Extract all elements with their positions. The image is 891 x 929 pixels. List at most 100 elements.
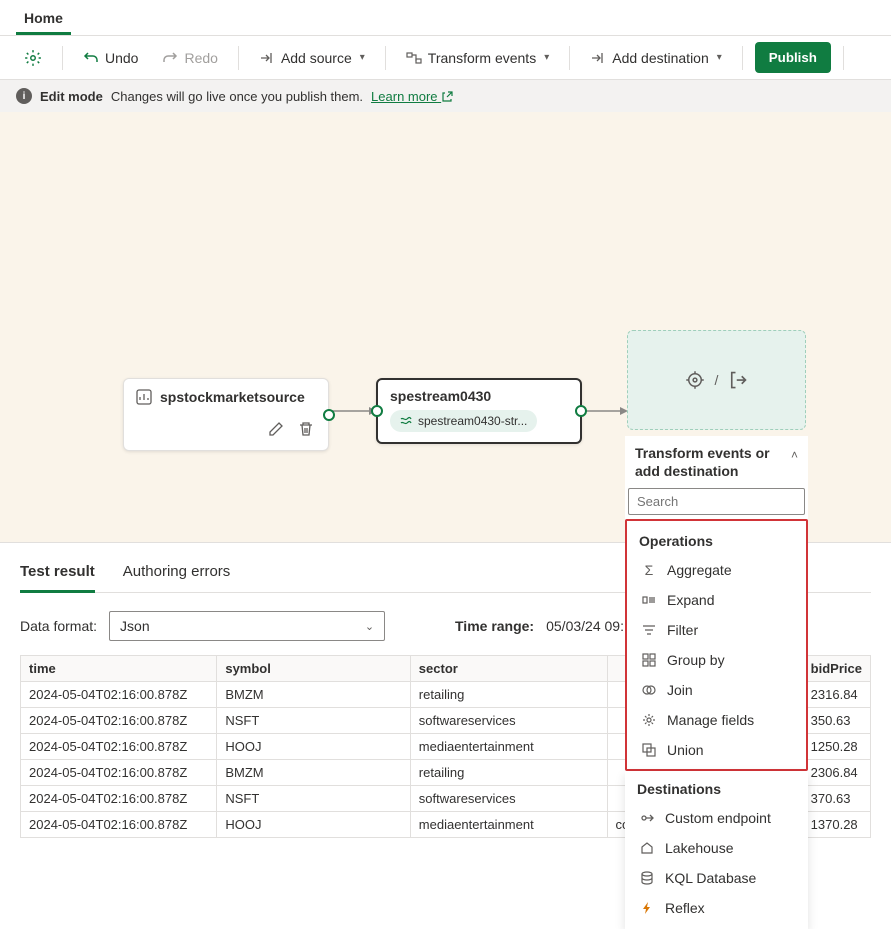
port-in[interactable] xyxy=(371,405,383,417)
port-out[interactable] xyxy=(323,409,335,421)
op-union[interactable]: Union xyxy=(627,735,806,765)
managefields-icon xyxy=(641,712,657,728)
cell-time: 2024-05-04T02:16:00.878Z xyxy=(21,708,217,734)
chevron-down-icon: ▾ xyxy=(717,52,722,63)
publish-button[interactable]: Publish xyxy=(755,42,831,73)
pencil-icon xyxy=(268,421,284,437)
node-destination-placeholder[interactable]: / xyxy=(627,330,806,430)
add-destination-icon xyxy=(590,50,606,66)
undo-label: Undo xyxy=(105,50,138,66)
stream-icon xyxy=(400,415,412,427)
add-source-button[interactable]: Add source ▾ xyxy=(251,44,373,72)
node-source-header: spstockmarketsource xyxy=(136,389,316,405)
learn-more-link[interactable]: Learn more xyxy=(371,89,453,104)
groupby-icon xyxy=(641,652,657,668)
node-stream[interactable]: spestream0430 spestream0430-str... xyxy=(376,378,582,444)
cell-time: 2024-05-04T02:16:00.878Z xyxy=(21,786,217,812)
separator xyxy=(385,46,386,70)
undo-button[interactable]: Undo xyxy=(75,44,146,72)
external-link-icon xyxy=(441,91,453,103)
destinations-section: Destinations Custom endpoint Lakehouse K… xyxy=(625,771,808,929)
cell-symbol: NSFT xyxy=(217,786,410,812)
join-icon xyxy=(641,682,657,698)
add-destination-button[interactable]: Add destination ▾ xyxy=(582,44,730,72)
flow-canvas[interactable]: spstockmarketsource spestream0430 spestr… xyxy=(0,112,891,542)
cell-time: 2024-05-04T02:16:00.878Z xyxy=(21,682,217,708)
op-filter[interactable]: Filter xyxy=(627,615,806,645)
operations-heading: Operations xyxy=(627,527,806,555)
cell-bidPrice: 350.63 xyxy=(802,708,870,734)
tab-test-result[interactable]: Test result xyxy=(20,555,95,593)
op-join-label: Join xyxy=(667,682,693,698)
op-expand[interactable]: Expand xyxy=(627,585,806,615)
transform-events-button[interactable]: Transform events ▾ xyxy=(398,44,557,72)
data-format-label: Data format: xyxy=(20,618,97,634)
tab-home[interactable]: Home xyxy=(16,4,71,35)
op-aggregate[interactable]: Σ Aggregate xyxy=(627,555,806,585)
edit-node-button[interactable] xyxy=(266,419,286,439)
filter-icon xyxy=(641,622,657,638)
port-out[interactable] xyxy=(575,405,587,417)
op-filter-label: Filter xyxy=(667,622,698,638)
op-groupby[interactable]: Group by xyxy=(627,645,806,675)
cell-sector: softwareservices xyxy=(410,708,607,734)
dest-reflex[interactable]: Reflex xyxy=(625,893,808,923)
transform-events-label: Transform events xyxy=(428,50,536,66)
col-sector[interactable]: sector xyxy=(410,656,607,682)
tab-authoring-errors[interactable]: Authoring errors xyxy=(123,555,231,592)
stream-pill-label: spestream0430-str... xyxy=(418,414,527,428)
data-format-select[interactable]: Json ⌄ xyxy=(109,611,385,641)
add-source-icon xyxy=(259,50,275,66)
col-bidprice[interactable]: bidPrice xyxy=(802,656,870,682)
transform-icon xyxy=(406,50,422,66)
redo-label: Redo xyxy=(184,50,217,66)
col-symbol[interactable]: symbol xyxy=(217,656,410,682)
cell-time: 2024-05-04T02:16:00.878Z xyxy=(21,760,217,786)
separator xyxy=(238,46,239,70)
chart-icon xyxy=(136,389,152,405)
dropdown-search-input[interactable] xyxy=(628,488,805,515)
separator xyxy=(62,46,63,70)
dropdown-header-text: Transform events or add destination xyxy=(635,444,791,480)
cell-bidPrice: 1250.28 xyxy=(802,734,870,760)
cell-sector: softwareservices xyxy=(410,786,607,812)
expand-icon xyxy=(641,592,657,608)
cell-symbol: BMZM xyxy=(217,760,410,786)
cell-time: 2024-05-04T02:16:00.878Z xyxy=(21,734,217,760)
cell-bidPrice: 2316.84 xyxy=(802,682,870,708)
slash-divider: / xyxy=(715,372,719,388)
node-source-title: spstockmarketsource xyxy=(160,389,305,405)
cell-sector: retailing xyxy=(410,760,607,786)
stream-pill[interactable]: spestream0430-str... xyxy=(390,410,537,432)
node-source[interactable]: spstockmarketsource xyxy=(123,378,329,451)
endpoint-icon xyxy=(639,810,655,826)
op-join[interactable]: Join xyxy=(627,675,806,705)
undo-icon xyxy=(83,50,99,66)
edit-mode-info-bar: i Edit mode Changes will go live once yo… xyxy=(0,80,891,112)
cell-sector: retailing xyxy=(410,682,607,708)
chevron-down-icon: ▾ xyxy=(360,52,365,63)
cell-sector: mediaentertainment xyxy=(410,734,607,760)
top-tabstrip: Home xyxy=(0,0,891,35)
dest-lakehouse-label: Lakehouse xyxy=(665,840,734,856)
redo-icon xyxy=(162,50,178,66)
dest-lakehouse[interactable]: Lakehouse xyxy=(625,833,808,863)
col-time[interactable]: time xyxy=(21,656,217,682)
cell-bidPrice: 370.63 xyxy=(802,786,870,812)
gear-icon xyxy=(24,49,42,67)
op-aggregate-label: Aggregate xyxy=(667,562,732,578)
cell-symbol: HOOJ xyxy=(217,734,410,760)
separator xyxy=(742,46,743,70)
dest-custom-endpoint[interactable]: Custom endpoint xyxy=(625,803,808,833)
dropdown-header[interactable]: Transform events or add destination ˄ xyxy=(625,436,808,488)
dest-kql-database[interactable]: KQL Database xyxy=(625,863,808,893)
delete-node-button[interactable] xyxy=(296,419,316,439)
settings-gear-button[interactable] xyxy=(16,43,50,73)
op-managefields-label: Manage fields xyxy=(667,712,754,728)
transform-dropdown-panel: Transform events or add destination ˄ Op… xyxy=(625,436,808,929)
separator xyxy=(569,46,570,70)
dest-reflex-label: Reflex xyxy=(665,900,705,916)
op-managefields[interactable]: Manage fields xyxy=(627,705,806,735)
edit-mode-desc: Changes will go live once you publish th… xyxy=(111,89,363,104)
redo-button[interactable]: Redo xyxy=(154,44,225,72)
